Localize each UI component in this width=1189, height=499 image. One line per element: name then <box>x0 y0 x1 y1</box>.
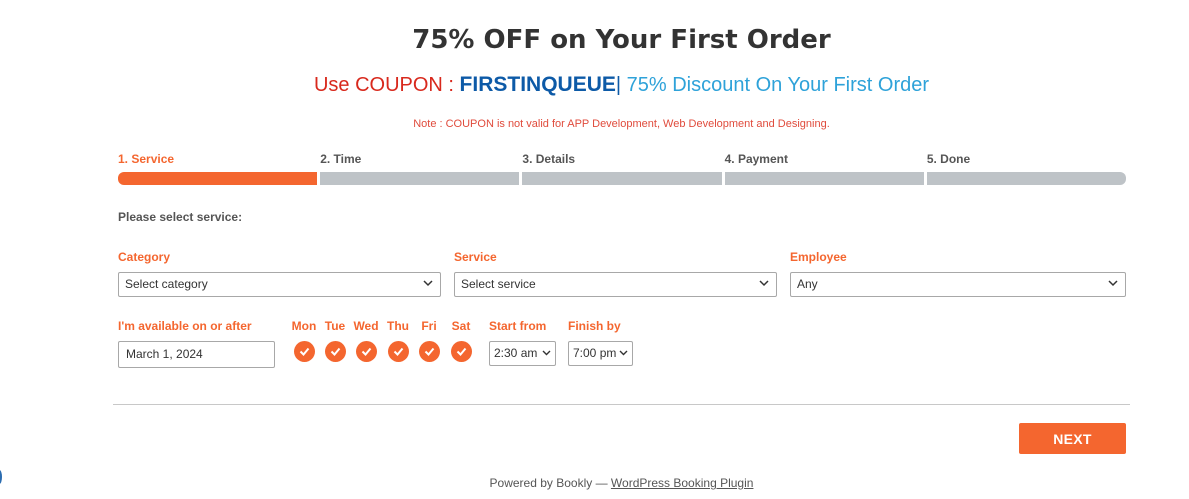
coupon-note: Note : COUPON is not valid for APP Devel… <box>413 118 830 130</box>
day-label: Sat <box>451 319 471 333</box>
day-label: Wed <box>353 319 379 333</box>
start-time-value: 2:30 am <box>494 346 538 360</box>
coupon-prefix: Use COUPON : <box>313 74 460 96</box>
next-button[interactable]: NEXT <box>1019 423 1126 454</box>
step-bar <box>522 172 722 185</box>
day-label: Fri <box>421 319 437 333</box>
select-service-prompt: Please select service: <box>118 210 243 224</box>
day-label: Mon <box>291 319 317 333</box>
check-icon[interactable] <box>418 341 440 362</box>
finish-time-select[interactable]: 7:00 pm <box>568 341 633 366</box>
day-fri[interactable]: Fri <box>415 319 443 362</box>
day-wed[interactable]: Wed <box>352 319 380 362</box>
chevron-down-icon <box>422 273 434 296</box>
day-sat[interactable]: Sat <box>447 319 475 362</box>
progress-steps: 1. Service 2. Time 3. Details 4. Payment… <box>118 152 1127 185</box>
step-bar <box>724 172 924 185</box>
employee-select[interactable]: Any <box>790 272 1126 297</box>
coupon-code: FIRSTINQUEUE <box>459 73 616 96</box>
step-details: 3. Details <box>522 152 722 185</box>
day-label: Thu <box>387 319 409 333</box>
step-label: 5. Done <box>926 152 971 166</box>
check-icon[interactable] <box>355 341 377 362</box>
step-label: 4. Payment <box>724 152 788 166</box>
step-label: 1. Service <box>118 152 175 166</box>
day-tue[interactable]: Tue <box>321 319 349 362</box>
step-done: 5. Done <box>926 152 1127 185</box>
coupon-banner: Use COUPON : FIRSTINQUEUE| 75% Discount … <box>0 73 1189 97</box>
bookly-plugin-link[interactable]: WordPress Booking Plugin <box>611 476 754 490</box>
service-select-value: Select service <box>461 277 536 291</box>
category-select-value: Select category <box>125 277 208 291</box>
day-mon[interactable]: Mon <box>290 319 318 362</box>
coupon-suffix: 75% Discount On Your First Order <box>621 74 930 96</box>
chevron-down-icon <box>542 342 552 365</box>
check-icon[interactable] <box>450 341 472 362</box>
step-bar <box>926 172 1127 185</box>
service-label: Service <box>454 250 497 264</box>
category-label: Category <box>118 250 171 264</box>
start-time-select[interactable]: 2:30 am <box>489 341 556 366</box>
date-input[interactable]: March 1, 2024 <box>118 341 275 368</box>
divider <box>113 404 1130 405</box>
category-select[interactable]: Select category <box>118 272 441 297</box>
step-bar <box>320 172 520 185</box>
step-service: 1. Service <box>118 152 318 185</box>
day-thu[interactable]: Thu <box>384 319 412 362</box>
chevron-down-icon <box>619 342 629 365</box>
check-icon[interactable] <box>293 341 315 362</box>
page-title: 75% OFF on Your First Order <box>412 25 831 55</box>
step-label: 2. Time <box>320 152 362 166</box>
step-payment: 4. Payment <box>724 152 924 185</box>
step-label: 3. Details <box>522 152 576 166</box>
check-icon[interactable] <box>387 341 409 362</box>
footer: Powered by Bookly — WordPress Booking Pl… <box>0 476 1189 490</box>
finish-by-label: Finish by <box>568 319 621 333</box>
day-label: Tue <box>324 319 346 333</box>
check-icon[interactable] <box>324 341 346 362</box>
service-select[interactable]: Select service <box>454 272 777 297</box>
chevron-down-icon <box>758 273 770 296</box>
date-input-value: March 1, 2024 <box>126 347 203 361</box>
chevron-down-icon <box>1107 273 1119 296</box>
employee-select-value: Any <box>797 277 818 291</box>
finish-time-value: 7:00 pm <box>573 346 617 360</box>
employee-label: Employee <box>790 250 847 264</box>
step-time: 2. Time <box>320 152 520 185</box>
start-from-label: Start from <box>489 319 547 333</box>
available-date-label: I'm available on or after <box>118 319 252 333</box>
footer-prefix: Powered by Bookly — <box>489 476 611 490</box>
step-bar <box>118 172 318 185</box>
